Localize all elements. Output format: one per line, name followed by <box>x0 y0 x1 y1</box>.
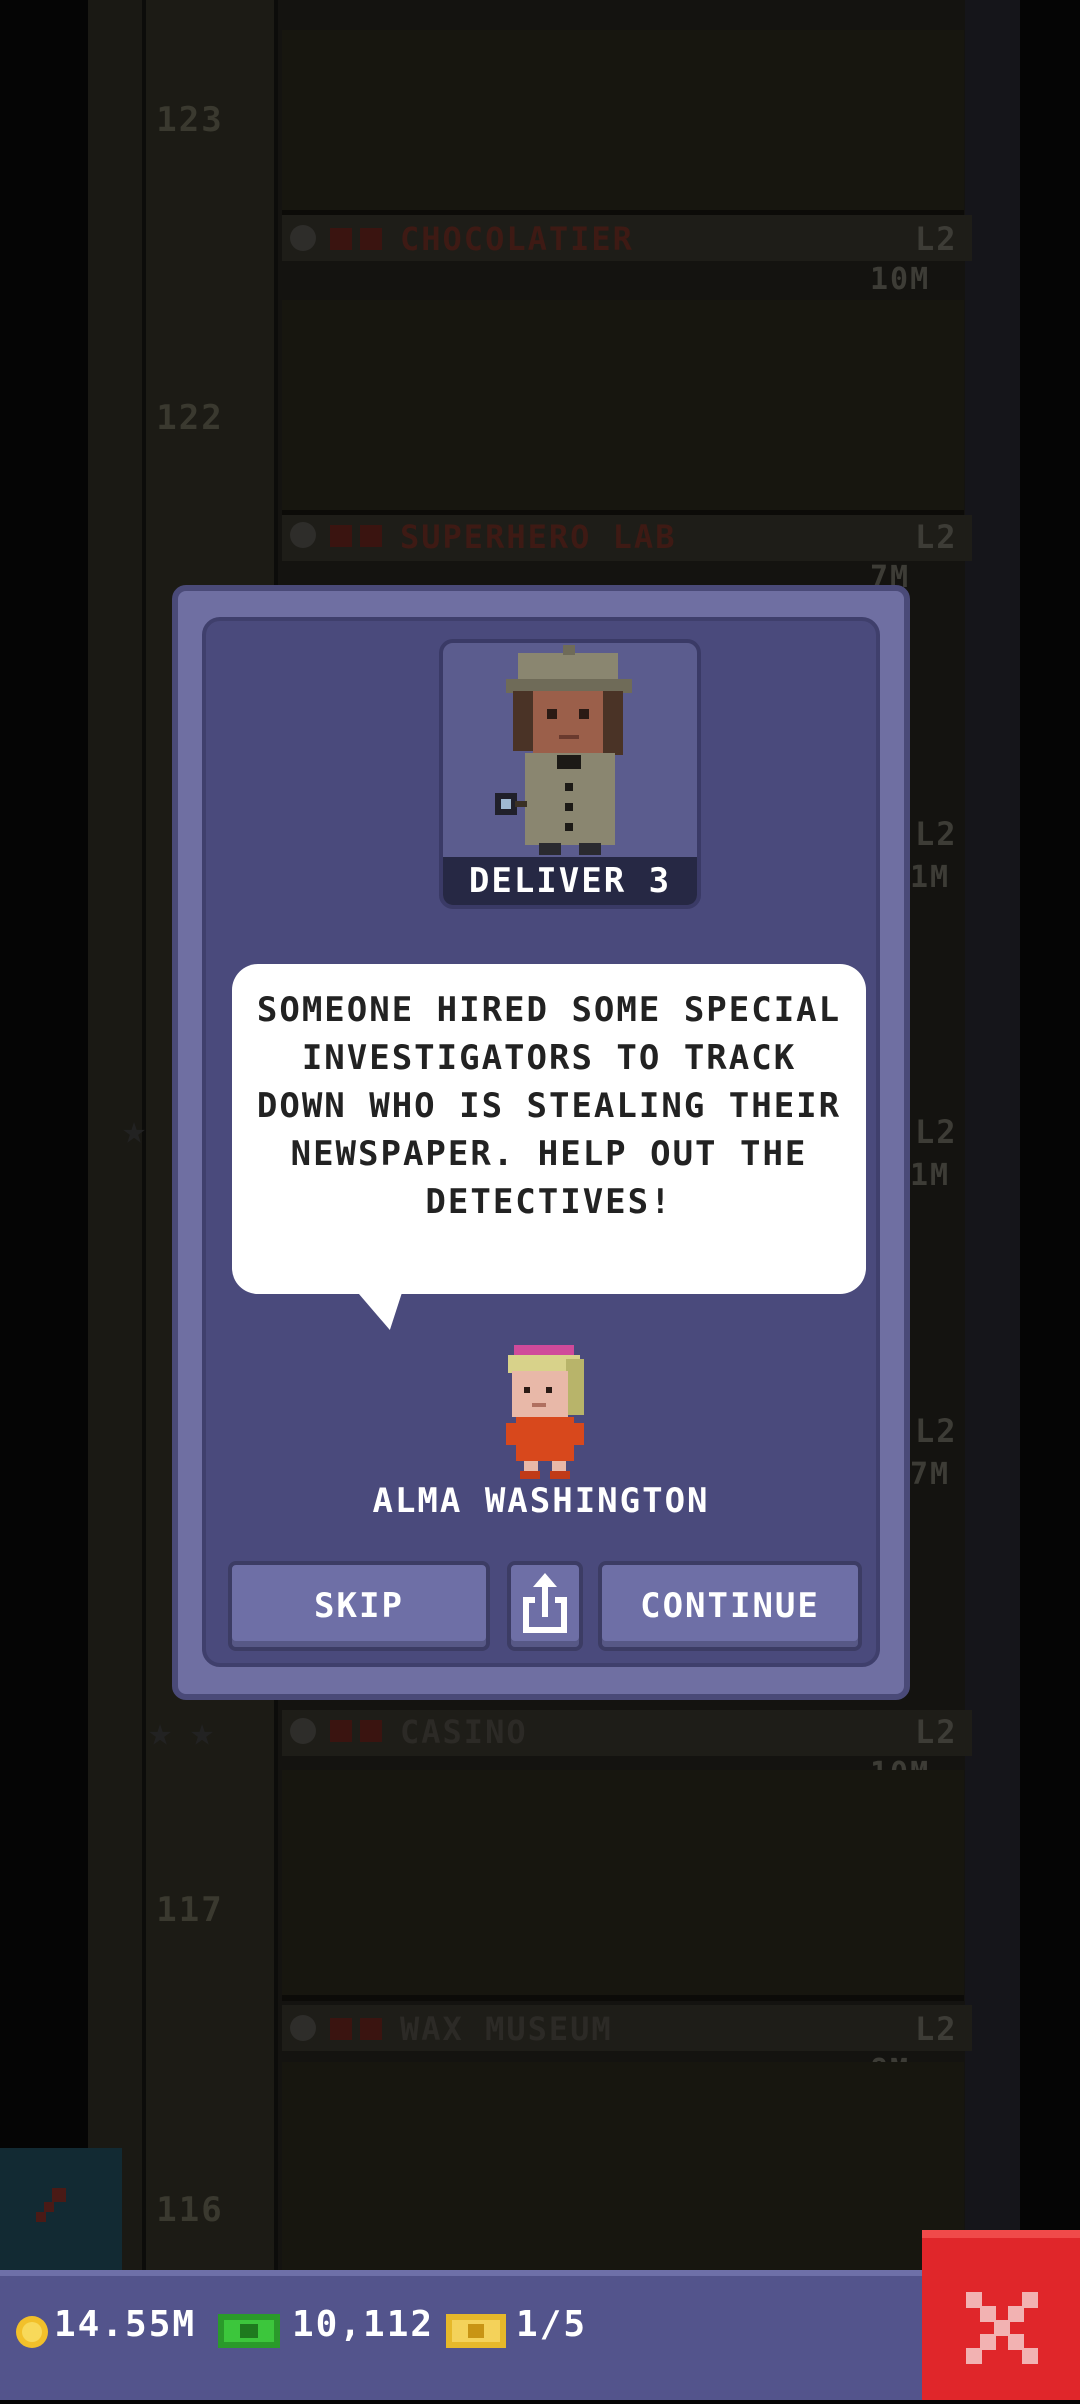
status-bar: 14.55M 10,112 1/5 <box>0 2270 1080 2400</box>
coin-icon <box>16 2316 48 2348</box>
floor-room <box>282 30 964 216</box>
tickets-count: 1/5 <box>516 2304 588 2345</box>
build-icon <box>36 2188 66 2222</box>
mission-message: SOMEONE HIRED SOME SPECIAL INVESTIGATORS… <box>256 990 842 1222</box>
floor-number: 123 <box>156 100 224 140</box>
share-button[interactable] <box>507 1561 583 1651</box>
floor-number: 117 <box>156 1890 224 1930</box>
npc-name: ALMA WASHINGTON <box>372 1481 710 1521</box>
floor-room <box>282 300 964 516</box>
floor-level: L2 <box>915 815 958 853</box>
bux-count: 10,112 <box>292 2304 435 2345</box>
clock-icon <box>290 2015 316 2041</box>
tower-right-wall <box>965 0 1020 2270</box>
clock-icon <box>290 225 316 251</box>
floor-name: SUPERHERO LAB <box>400 518 677 556</box>
status-icon <box>330 228 352 250</box>
close-icon <box>966 2292 1038 2364</box>
status-icon <box>360 525 382 547</box>
status-icon <box>360 2018 382 2040</box>
share-icon <box>523 1573 567 1633</box>
floor-cost: 1M <box>910 1158 951 1193</box>
bitizen-avatar-icon <box>506 1345 584 1479</box>
status-icon <box>330 2018 352 2040</box>
ticket-icon <box>446 2314 506 2348</box>
bux-icon <box>218 2314 280 2348</box>
floor-number: 122 <box>156 398 224 438</box>
floor-number: 116 <box>156 2190 224 2230</box>
floor-level: L2 <box>915 1713 958 1751</box>
floor-room <box>282 2062 964 2276</box>
status-icon <box>360 228 382 250</box>
clock-icon <box>290 522 316 548</box>
floor-header <box>282 1710 972 1756</box>
floor-cost: 1M <box>910 860 951 895</box>
star-icon: ★ <box>190 1709 215 1755</box>
floor-cost: 7M <box>910 1457 951 1492</box>
continue-button[interactable]: CONTINUE <box>598 1561 862 1651</box>
floor-level: L2 <box>915 1412 958 1450</box>
detective-icon <box>495 645 632 855</box>
close-button[interactable] <box>922 2230 1080 2400</box>
floor-room <box>282 1770 964 2001</box>
status-icon <box>360 1720 382 1742</box>
floor-level: L2 <box>915 2010 958 2048</box>
floor-level: L2 <box>915 220 958 258</box>
build-button[interactable] <box>0 2148 122 2270</box>
clock-icon <box>290 1718 316 1744</box>
star-icon: ★ <box>148 1709 173 1755</box>
floor-name: CHOCOLATIER <box>400 220 634 258</box>
mission-dialog-panel: DELIVER 3 SOMEONE HIRED SOME SPECIAL INV… <box>202 617 880 1667</box>
floor-level: L2 <box>915 1113 958 1151</box>
floor-level: L2 <box>915 518 958 556</box>
floor-name: CASINO <box>400 1713 528 1751</box>
mission-dialog: DELIVER 3 SOMEONE HIRED SOME SPECIAL INV… <box>172 585 910 1700</box>
skip-button[interactable]: SKIP <box>228 1561 490 1651</box>
speech-bubble: SOMEONE HIRED SOME SPECIAL INVESTIGATORS… <box>232 964 866 1294</box>
coins-count: 14.55M <box>54 2304 197 2345</box>
mission-portrait: DELIVER 3 <box>439 639 701 909</box>
floor-name: WAX MUSEUM <box>400 2010 613 2048</box>
mission-goal-badge: DELIVER 3 <box>443 857 697 905</box>
star-icon: ★ <box>122 1107 147 1153</box>
status-icon <box>330 525 352 547</box>
status-icon <box>330 1720 352 1742</box>
floor-header <box>282 2005 972 2051</box>
floor-cost: 10M <box>870 262 931 297</box>
speech-bubble-tail <box>352 1286 412 1330</box>
